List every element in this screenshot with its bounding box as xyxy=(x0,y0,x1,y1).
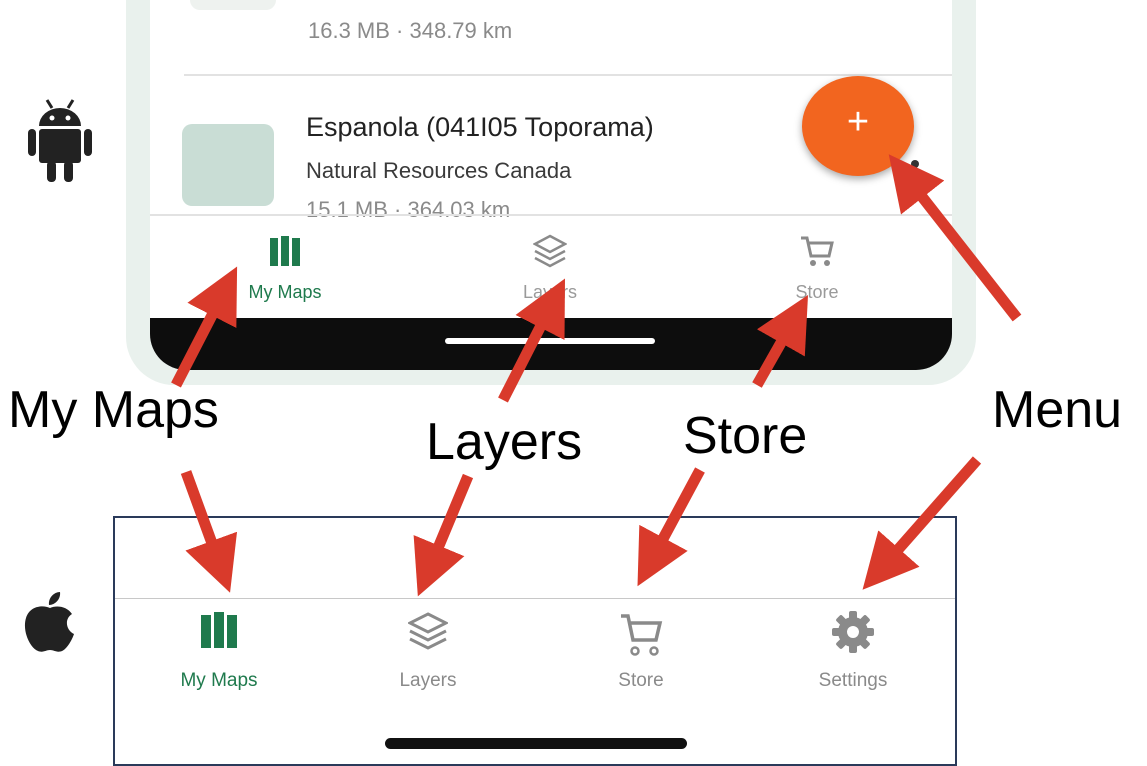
arrow-to-settings-ios xyxy=(862,456,982,590)
arrow-to-store-android xyxy=(752,295,809,388)
arrow-to-my-maps-ios xyxy=(180,470,238,593)
annotation-arrows xyxy=(171,154,1022,597)
arrow-to-store-ios xyxy=(637,467,705,587)
arrow-to-my-maps-android xyxy=(171,266,238,388)
arrow-to-menu-android xyxy=(888,154,1022,322)
arrow-to-layers-android xyxy=(498,278,565,403)
arrow-to-layers-ios xyxy=(413,473,474,597)
